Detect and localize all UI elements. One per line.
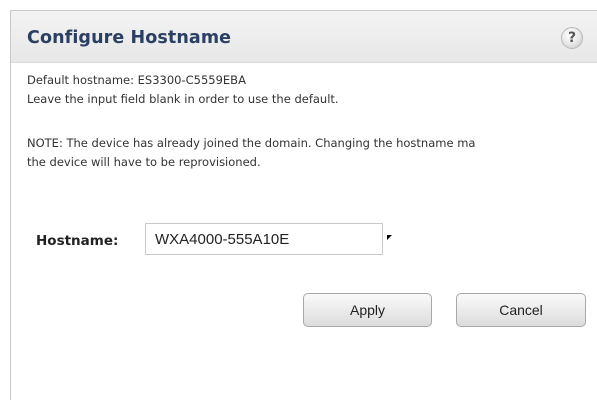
dialog-titlebar: Configure Hostname ? xyxy=(11,11,597,63)
hostname-input[interactable] xyxy=(145,223,383,255)
blank-hint-text: Leave the input field blank in order to … xyxy=(27,92,339,106)
configure-hostname-dialog: Configure Hostname ? Default hostname: E… xyxy=(10,10,597,400)
field-corner-marker xyxy=(387,235,392,240)
hostname-label: Hostname: xyxy=(36,233,119,249)
default-hostname-text: Default hostname: ES3300-C5559EBA xyxy=(27,73,246,87)
cancel-button[interactable]: Cancel xyxy=(456,293,586,327)
apply-button[interactable]: Apply xyxy=(303,293,432,327)
note-text-line-2: the device will have to be reprovisioned… xyxy=(27,155,261,169)
note-text-line-1: NOTE: The device has already joined the … xyxy=(27,136,476,150)
help-question-icon[interactable]: ? xyxy=(561,27,583,49)
dialog-title: Configure Hostname xyxy=(27,28,232,48)
